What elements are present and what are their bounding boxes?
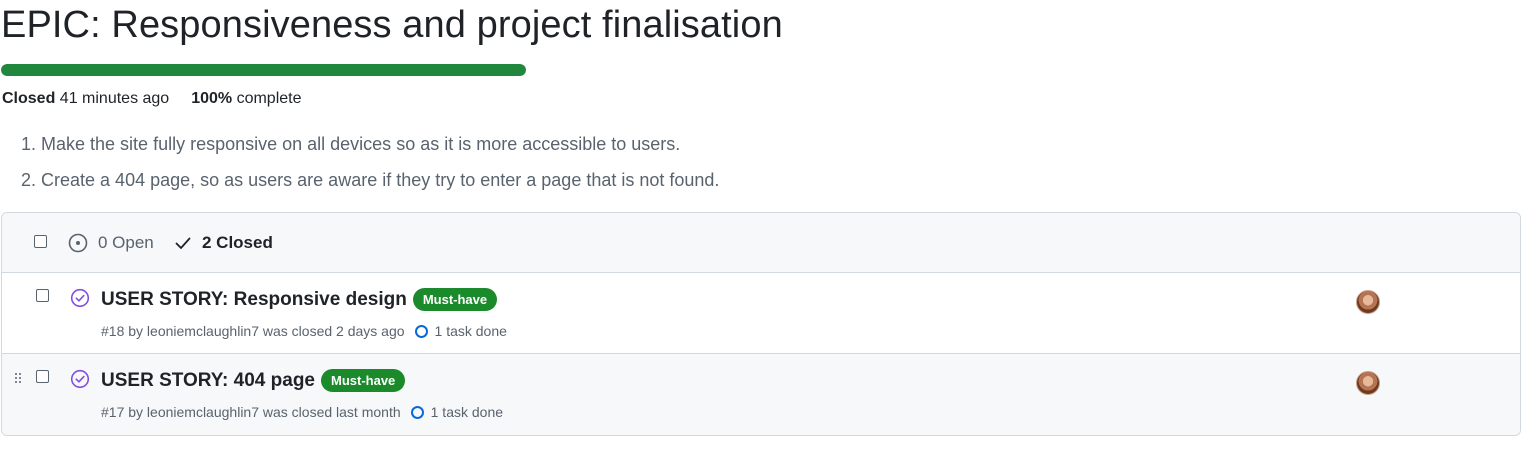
issue-closed-icon	[70, 288, 90, 308]
avatar[interactable]	[1356, 290, 1380, 314]
issues-list: 0 Open 2 Closed USER STORY: Responsive d…	[1, 212, 1521, 436]
status-label: Closed	[2, 90, 56, 107]
task-progress: 1 task done	[414, 323, 507, 339]
percent-suffix: complete	[236, 90, 302, 107]
status-time: 41 minutes ago	[59, 90, 170, 107]
issue-title-link[interactable]: USER STORY: 404 page	[101, 370, 315, 392]
issue-row[interactable]: USER STORY: Responsive design Must-have …	[2, 273, 1520, 354]
milestone-title: EPIC: Responsiveness and project finalis…	[1, 4, 783, 46]
label-must-have[interactable]: Must-have	[321, 369, 406, 392]
progress-bar	[1, 64, 526, 76]
filter-closed-label: 2 Closed	[202, 233, 273, 252]
task-progress-icon	[410, 405, 424, 419]
check-icon	[175, 237, 191, 249]
task-progress-label: 1 task done	[434, 323, 507, 339]
issue-open-icon	[68, 233, 88, 253]
task-progress: 1 task done	[410, 404, 504, 420]
issue-meta: #17 by leoniemclaughlin7 was closed last…	[101, 404, 503, 420]
filter-open-label: 0 Open	[98, 233, 154, 252]
issue-meta-text: #18 by leoniemclaughlin7 was closed 2 da…	[101, 323, 405, 339]
task-progress-icon	[414, 324, 428, 338]
label-must-have[interactable]: Must-have	[412, 288, 498, 311]
milestone-meta: Closed 41 minutes ago 100% complete	[2, 90, 302, 108]
issue-title: USER STORY: Responsive design Must-have	[101, 288, 498, 311]
select-all-checkbox[interactable]	[34, 235, 47, 248]
task-progress-label: 1 task done	[430, 404, 504, 420]
issue-title: USER STORY: 404 page Must-have	[101, 369, 406, 392]
issue-meta: #18 by leoniemclaughlin7 was closed 2 da…	[101, 323, 507, 339]
description-item: 1. Make the site fully responsive on all…	[21, 134, 681, 154]
issue-checkbox[interactable]	[36, 370, 49, 383]
issue-meta-text: #17 by leoniemclaughlin7 was closed last…	[101, 404, 401, 420]
issue-row[interactable]: USER STORY: 404 page Must-have #17 by le…	[2, 354, 1520, 435]
issue-checkbox[interactable]	[36, 289, 49, 302]
avatar[interactable]	[1356, 371, 1380, 395]
issue-title-link[interactable]: USER STORY: Responsive design	[101, 289, 407, 311]
filter-closed[interactable]: 2 Closed	[174, 233, 273, 253]
progress-bar-fill	[1, 64, 526, 76]
description-item: 2. Create a 404 page, so as users are aw…	[21, 170, 720, 190]
percent-label: 100%	[191, 90, 233, 107]
milestone-description: 1. Make the site fully responsive on all…	[21, 126, 719, 198]
issue-closed-icon	[70, 369, 90, 389]
filter-open[interactable]: 0 Open	[68, 233, 154, 253]
drag-handle-icon[interactable]	[15, 373, 23, 383]
issues-list-header: 0 Open 2 Closed	[2, 213, 1520, 273]
